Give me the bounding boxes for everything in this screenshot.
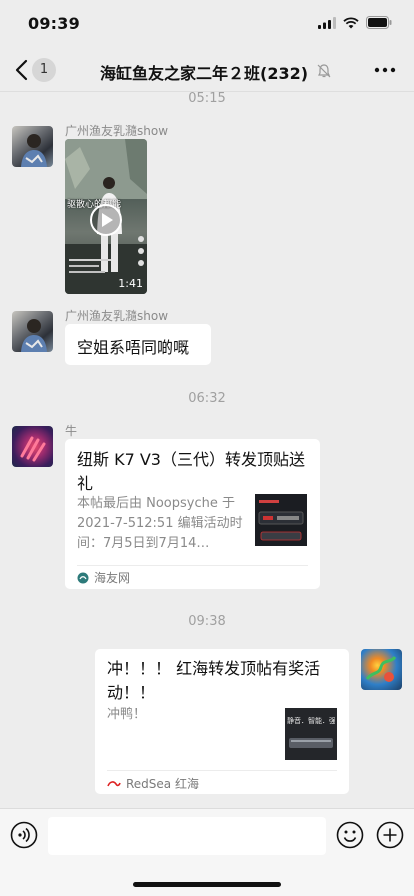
source-name: RedSea 红海 xyxy=(126,777,199,791)
chat-title: 海缸鱼友之家二年２班(232) xyxy=(100,64,309,83)
avatar[interactable] xyxy=(12,426,53,467)
link-divider xyxy=(107,770,337,771)
video-message[interactable]: 驱散心的都能 1:41 xyxy=(65,139,147,294)
outgoing-link-card[interactable]: 冲！！！ 红海转发顶帖有奖活动！！ 冲鸭！ 静音．智能．强劲 RedSea 红海 xyxy=(95,649,349,794)
link-source: RedSea 红海 xyxy=(107,775,199,792)
link-description: 本帖最后由 Noopsyche 于 2021-7-512:51 编辑活动时间：7… xyxy=(77,496,243,551)
play-icon[interactable] xyxy=(89,203,123,237)
add-plus-icon[interactable] xyxy=(376,821,404,849)
signal-icon xyxy=(318,16,336,29)
link-title: 冲！！！ 红海转发顶帖有奖活动！！ xyxy=(107,659,321,702)
my-avatar[interactable] xyxy=(361,649,402,690)
thumbnail-caption: 静音．智能．强劲 xyxy=(287,717,335,725)
link-thumbnail xyxy=(255,494,307,546)
battery-icon xyxy=(366,16,392,29)
link-card[interactable]: 纽斯 K7 V3（三代）转发顶贴送礼 本帖最后由 Noopsyche 于 202… xyxy=(65,439,320,589)
text-message-bubble[interactable]: 空姐系唔同啲嘅 xyxy=(65,324,211,365)
video-duration: 1:41 xyxy=(118,277,143,290)
time-divider: 06:32 xyxy=(188,391,226,406)
wifi-icon xyxy=(343,16,359,28)
link-divider xyxy=(77,565,308,566)
voice-input-icon[interactable] xyxy=(10,821,38,849)
sender-name: 广州渔友乳瀡show xyxy=(65,309,169,323)
emoji-icon[interactable] xyxy=(336,821,364,849)
link-source: 海友网 xyxy=(77,569,130,586)
message-text: 空姐系唔同啲嘅 xyxy=(77,338,190,357)
more-icon[interactable] xyxy=(374,62,396,78)
unread-count-badge[interactable]: 1 xyxy=(32,58,56,82)
link-title: 纽斯 K7 V3（三代）转发顶贴送礼 xyxy=(77,450,305,493)
time-divider: 05:15 xyxy=(188,91,226,106)
message-input[interactable] xyxy=(48,817,326,855)
chat-header: 1 海缸鱼友之家二年２班(232) xyxy=(0,48,414,92)
redsea-logo-icon xyxy=(107,780,121,786)
avatar[interactable] xyxy=(12,126,53,167)
source-name: 海友网 xyxy=(94,571,131,585)
avatar-figure-icon xyxy=(21,134,47,167)
home-indicator[interactable] xyxy=(133,882,281,887)
status-time: 09:39 xyxy=(28,14,80,33)
status-bar: 09:39 xyxy=(0,0,414,48)
link-description: 冲鸭！ xyxy=(107,707,147,722)
mute-bell-icon xyxy=(317,64,331,78)
back-chevron-icon[interactable] xyxy=(12,58,32,82)
time-divider: 09:38 xyxy=(188,614,226,629)
avatar-coral-icon xyxy=(365,656,397,682)
status-icons xyxy=(318,16,392,29)
sender-name: 广州渔友乳瀡show xyxy=(65,124,169,138)
avatar[interactable] xyxy=(12,311,53,352)
avatar-coral-icon xyxy=(20,436,46,462)
avatar-figure-icon xyxy=(21,319,47,352)
sender-name: 牛 xyxy=(65,424,78,438)
source-app-icon xyxy=(77,572,89,583)
